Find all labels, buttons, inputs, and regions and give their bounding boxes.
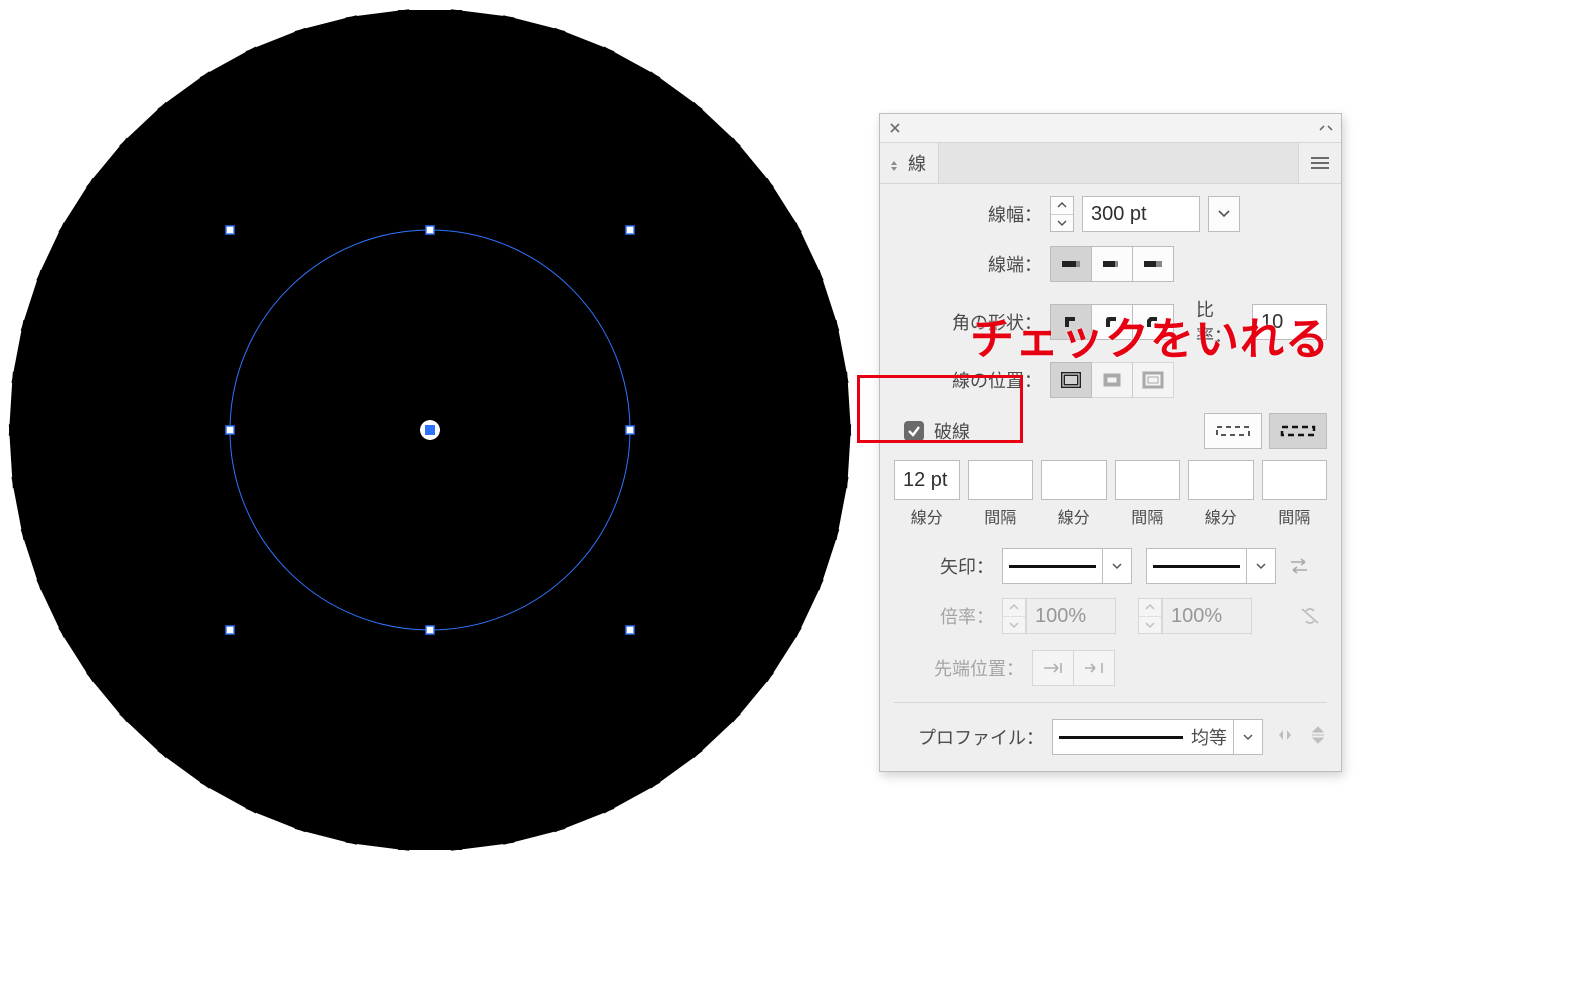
link-scale-icon [1293, 605, 1327, 627]
tab-label: 線 [908, 150, 926, 176]
dash-col-1: 間隔 [968, 504, 1034, 528]
label-corner: 角の形状： [894, 309, 1050, 335]
swap-arrows-icon[interactable] [1286, 557, 1312, 575]
divider [894, 702, 1327, 703]
stroke-width-stepper[interactable] [1050, 196, 1074, 232]
label-tip: 先端位置： [894, 655, 1032, 681]
dash-align-exact-button[interactable] [1204, 413, 1262, 449]
chevron-down-icon [1218, 210, 1230, 218]
dash-input-1[interactable] [968, 460, 1034, 500]
dash-col-2: 線分 [1041, 504, 1107, 528]
dashed-checkbox[interactable] [904, 421, 924, 441]
flip-horiz-icon [1275, 726, 1295, 749]
row-scale: 倍率： 100% 100% [894, 598, 1327, 634]
check-icon [907, 424, 921, 438]
chevron-down-icon [1233, 720, 1262, 754]
dash-col-0: 線分 [894, 504, 960, 528]
dash-align-corner-button[interactable] [1269, 413, 1327, 449]
row-profile: プロファイル： 均等 [894, 719, 1327, 755]
label-stroke-width: 線幅： [894, 201, 1050, 227]
row-align: 線の位置： [894, 362, 1327, 398]
dash-input-4[interactable] [1188, 460, 1254, 500]
dashed-label: 破線 [934, 418, 970, 444]
dash-col-3: 間隔 [1115, 504, 1181, 528]
join-bevel-button[interactable] [1132, 304, 1174, 340]
cap-butt-button[interactable] [1050, 246, 1092, 282]
scale-left-input: 100% [1026, 598, 1116, 634]
dash-inputs: 12 pt [894, 460, 1327, 500]
join-round-button[interactable] [1091, 304, 1133, 340]
dash-input-0[interactable]: 12 pt [894, 460, 960, 500]
row-dashed: 破線 [894, 412, 1327, 450]
align-outside-button[interactable] [1132, 362, 1174, 398]
cap-round-button[interactable] [1091, 246, 1133, 282]
dash-input-2[interactable] [1041, 460, 1107, 500]
label-scale: 倍率： [894, 603, 1002, 629]
profile-value: 均等 [1191, 724, 1227, 750]
tabbar-fill [939, 143, 1298, 183]
panel-menu-button[interactable] [1298, 143, 1341, 183]
dash-col-5: 間隔 [1262, 504, 1328, 528]
chevron-up-icon[interactable] [1051, 197, 1073, 214]
row-cap: 線端： [894, 246, 1327, 282]
label-ratio: 比率： [1196, 296, 1244, 348]
tab-stroke[interactable]: 線 [880, 143, 939, 183]
scale-right-input: 100% [1162, 598, 1252, 634]
tip-inside-button [1073, 650, 1115, 686]
hamburger-icon [1310, 156, 1330, 170]
dash-input-5[interactable] [1262, 460, 1328, 500]
row-arrows: 矢印： [894, 548, 1327, 584]
close-icon[interactable] [888, 121, 902, 135]
panel-tabbar: 線 [880, 143, 1341, 184]
tip-extend-button [1032, 650, 1074, 686]
chevron-down-icon [1246, 549, 1275, 583]
arrow-start-combo[interactable] [1002, 548, 1132, 584]
join-miter-button[interactable] [1050, 304, 1092, 340]
flip-vert-icon [1309, 724, 1327, 751]
chevron-down-icon[interactable] [1051, 214, 1073, 232]
stroke-panel: 線 線幅： 300 pt 線端： [879, 113, 1342, 772]
stroke-width-input[interactable]: 300 pt [1082, 196, 1200, 232]
chevron-down-icon [1102, 549, 1131, 583]
label-cap: 線端： [894, 251, 1050, 277]
panel-titlebar [880, 114, 1341, 143]
scale-left-stepper [1002, 598, 1026, 634]
arrow-end-combo[interactable] [1146, 548, 1276, 584]
label-align: 線の位置： [894, 367, 1050, 393]
dash-input-3[interactable] [1115, 460, 1181, 500]
align-inside-button[interactable] [1091, 362, 1133, 398]
dash-col-4: 線分 [1188, 504, 1254, 528]
dash-col-labels: 線分 間隔 線分 間隔 線分 間隔 [894, 504, 1327, 528]
label-arrows: 矢印： [894, 553, 1002, 579]
collapse-icon[interactable] [1319, 121, 1333, 135]
align-center-button[interactable] [1050, 362, 1092, 398]
stroke-width-dropdown[interactable] [1208, 196, 1240, 232]
label-profile: プロファイル： [894, 724, 1052, 750]
scale-right-stepper [1138, 598, 1162, 634]
miter-ratio-input[interactable]: 10 [1252, 304, 1327, 340]
row-tip: 先端位置： [894, 650, 1327, 686]
profile-combo[interactable]: 均等 [1052, 719, 1263, 755]
row-stroke-width: 線幅： 300 pt [894, 196, 1327, 232]
cap-square-button[interactable] [1132, 246, 1174, 282]
canvas-area[interactable] [0, 0, 860, 860]
row-corner: 角の形状： 比率： 10 [894, 296, 1327, 348]
sort-icon [888, 156, 902, 170]
